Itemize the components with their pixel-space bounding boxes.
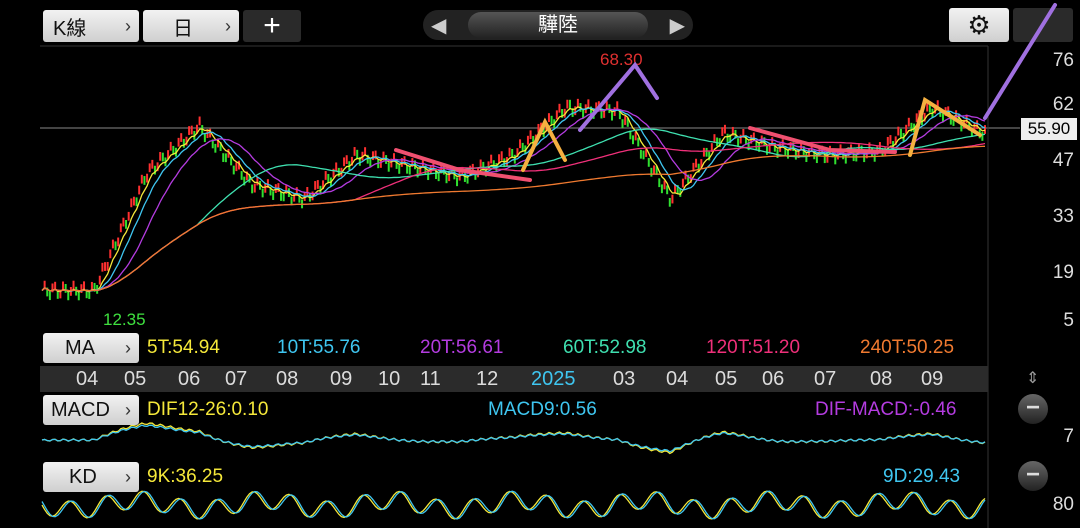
annotation-stroke [983, 3, 1057, 120]
time-tick: 08 [276, 368, 299, 390]
ma-line [41, 108, 986, 292]
ma-line [41, 107, 986, 292]
time-tick: 05 [124, 368, 147, 390]
kd-k: 9K:36.25 [147, 466, 224, 487]
chevron-right-icon: › [125, 466, 131, 487]
resize-icon[interactable]: ⇕ [1026, 368, 1039, 388]
ma-button[interactable]: MA › [43, 333, 139, 363]
kd-label: KD [69, 465, 97, 488]
time-tick: 07 [225, 368, 248, 390]
kd-button[interactable]: KD › [43, 462, 139, 492]
time-tick: 06 [178, 368, 201, 390]
ma-value: 10T:55.76 [277, 337, 361, 358]
time-axis: 04 05 06 07 08 09 10 11 12 2025 03 04 05 06 07 08 09 [40, 366, 988, 392]
time-tick: 2025 [531, 368, 576, 390]
macd-button[interactable]: MACD › [43, 395, 139, 425]
time-tick: 07 [814, 368, 837, 390]
ma-value: 240T:50.25 [860, 337, 955, 358]
time-tick: 11 [420, 368, 441, 390]
time-tick: 04 [76, 368, 99, 390]
ma-line [41, 145, 986, 292]
time-tick: 09 [921, 368, 944, 390]
annotation-stroke [578, 61, 659, 132]
chevron-right-icon: › [125, 399, 131, 420]
time-tick: 09 [330, 368, 353, 390]
ma-value: 20T:56.61 [420, 337, 504, 358]
ma-value: 120T:51.20 [706, 337, 801, 358]
macd-dif: DIF12-26:0.10 [147, 399, 269, 420]
time-tick: 03 [613, 368, 636, 390]
collapse-macd-button[interactable]: − [1018, 394, 1048, 424]
chevron-right-icon: › [125, 337, 131, 358]
kd-d: 9D:29.43 [883, 466, 961, 487]
time-tick: 04 [666, 368, 689, 390]
collapse-kd-button[interactable]: − [1018, 461, 1048, 491]
ma-line [41, 106, 986, 293]
kd-k-line [41, 490, 986, 520]
macd-label: MACD [51, 398, 110, 421]
kd-d-line [41, 490, 986, 520]
ma-value: 60T:52.98 [563, 337, 647, 358]
ma-value: 5T:54.94 [147, 337, 220, 358]
time-tick: 10 [378, 368, 401, 390]
time-tick: 06 [762, 368, 785, 390]
time-tick: 08 [870, 368, 893, 390]
macd-osc: DIF-MACD:-0.46 [815, 399, 957, 420]
time-tick: 12 [476, 368, 499, 390]
ma-label: MA [65, 336, 95, 359]
macd-axis: 7 [1063, 426, 1074, 447]
kd-axis: 80 [1052, 494, 1074, 515]
time-tick: 05 [715, 368, 738, 390]
price-chart [40, 3, 1057, 528]
macd-signal: MACD9:0.56 [488, 399, 597, 420]
